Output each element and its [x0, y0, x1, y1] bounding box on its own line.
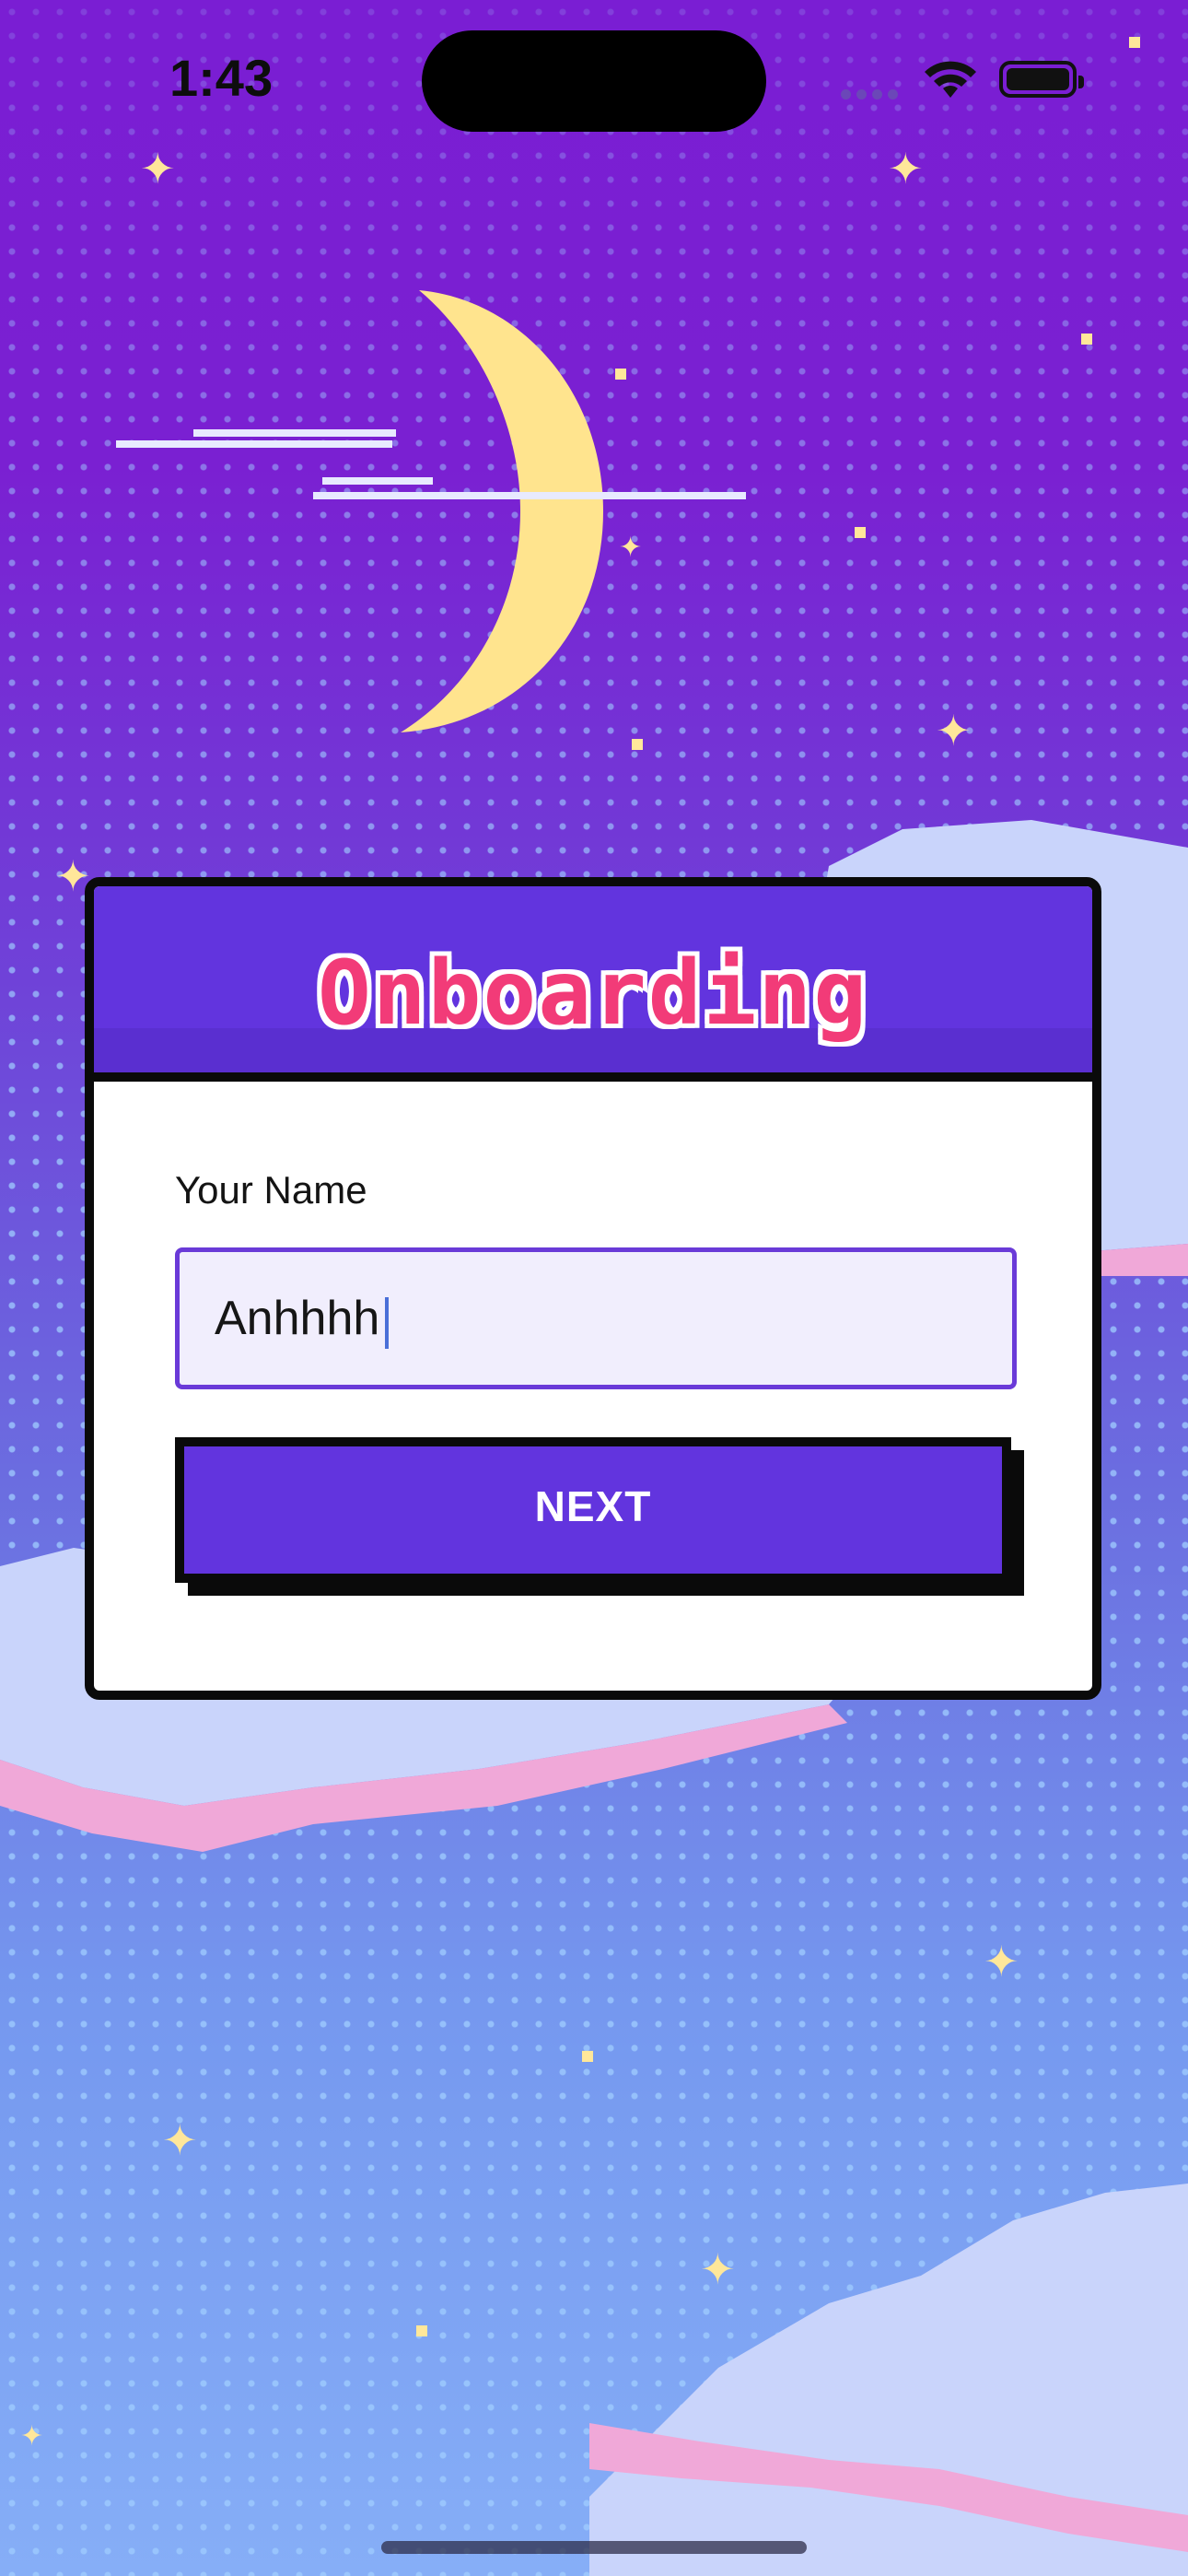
star-pixel — [615, 369, 626, 380]
star-icon: ✦ — [619, 532, 643, 564]
star-pixel — [416, 2325, 427, 2336]
star-pixel — [582, 2051, 593, 2062]
card-title: Onboarding — [318, 942, 868, 1045]
star-pixel — [1081, 334, 1092, 345]
cloud-streak — [313, 492, 746, 499]
status-bar: 1:43 — [0, 0, 1188, 147]
onboarding-card: Onboarding Your Name NEXT — [85, 877, 1101, 1700]
next-button[interactable]: NEXT — [175, 1437, 1011, 1583]
star-icon: ✦ — [936, 706, 972, 755]
status-time: 1:43 — [169, 49, 274, 107]
dynamic-island — [422, 30, 766, 132]
cloud-streak — [193, 429, 396, 437]
name-field-label: Your Name — [175, 1168, 367, 1212]
text-caret — [385, 1297, 389, 1349]
star-icon: ✦ — [162, 2115, 198, 2165]
cloud-streak — [116, 440, 392, 448]
star-icon: ✦ — [984, 1937, 1019, 1986]
name-input[interactable] — [175, 1247, 1017, 1389]
star-icon: ✦ — [20, 2420, 44, 2453]
star-pixel — [632, 739, 643, 750]
card-header: Onboarding — [94, 886, 1092, 1082]
home-indicator[interactable] — [381, 2541, 807, 2554]
wifi-icon — [925, 61, 976, 98]
star-pixel — [855, 527, 866, 538]
star-icon: ✦ — [140, 144, 176, 193]
status-indicator-dots — [841, 86, 909, 100]
battery-icon — [999, 61, 1084, 98]
cloud-bottom-right — [589, 2184, 1188, 2576]
star-icon: ✦ — [888, 144, 924, 193]
cloud-streak — [322, 477, 433, 485]
moon-icon — [401, 290, 603, 732]
